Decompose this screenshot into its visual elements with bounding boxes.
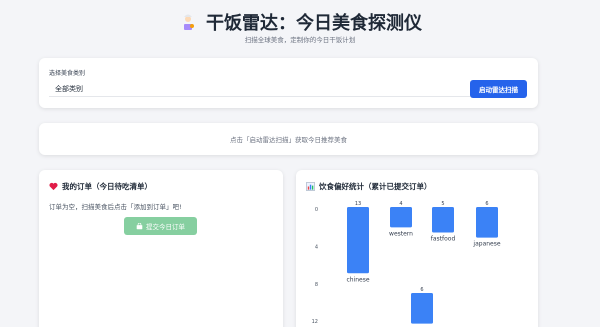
y-tick-label: 0 — [315, 207, 318, 213]
chart-bar — [347, 207, 369, 274]
category-label: chinese — [346, 276, 369, 283]
y-tick-label: 8 — [315, 282, 318, 288]
chart-bar — [432, 207, 454, 233]
y-tick-label: 12 — [312, 319, 318, 325]
category-label: japanese — [472, 241, 500, 248]
chart-bar — [390, 207, 412, 228]
bar-value-label: 13 — [355, 201, 361, 207]
chart-bar — [411, 293, 433, 324]
bar-value-label: 5 — [441, 201, 444, 207]
bar-value-label: 4 — [399, 201, 402, 207]
chart-bar — [476, 207, 498, 238]
bar-value-label: 6 — [485, 201, 488, 207]
y-tick-label: 4 — [315, 244, 318, 250]
category-label: western — [389, 230, 413, 237]
category-label: fastfood — [431, 236, 456, 243]
bar-value-label: 6 — [420, 287, 423, 293]
preference-chart: 0 4 8 12 13 chinese 4 western 5 fastfood 6 japanese… — [312, 201, 501, 325]
